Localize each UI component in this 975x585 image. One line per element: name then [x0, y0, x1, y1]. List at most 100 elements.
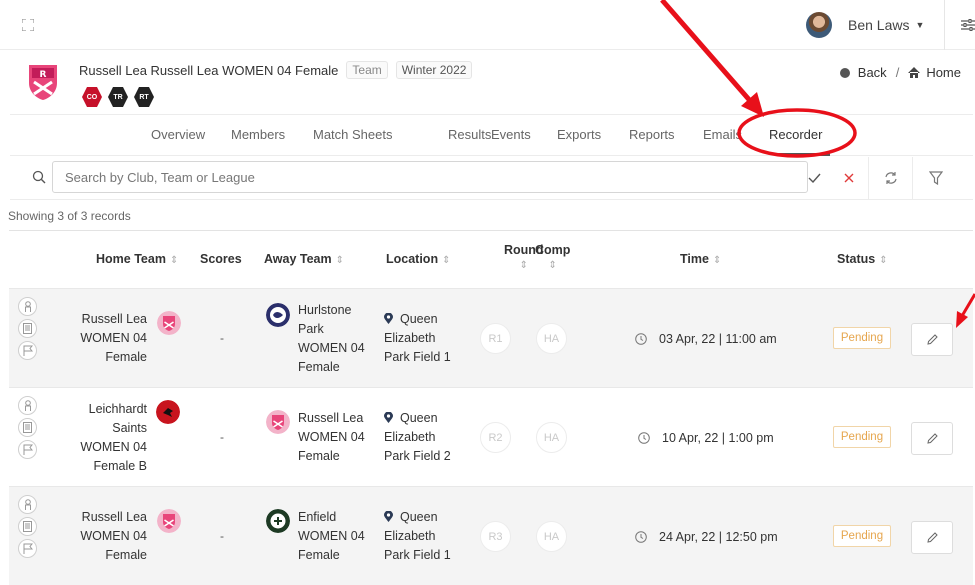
status-badge: Pending: [833, 525, 891, 547]
row-actions: [18, 396, 38, 462]
edit-button[interactable]: [911, 521, 953, 554]
tab-reports[interactable]: Reports: [629, 127, 675, 142]
tab-bar: Overview Members Match Sheets Results Ev…: [10, 114, 973, 156]
tab-match-sheets[interactable]: Match Sheets: [313, 127, 393, 142]
team-sheet-button[interactable]: [18, 495, 37, 514]
expand-icon[interactable]: [22, 19, 34, 31]
score: -: [220, 430, 224, 444]
table-row[interactable]: Russell Lea WOMEN 04 Female - Hurlstone Par…: [9, 288, 973, 387]
role-badge[interactable]: RT: [134, 87, 154, 107]
home-link[interactable]: Home: [926, 65, 961, 80]
avatar[interactable]: [806, 12, 832, 38]
user-menu[interactable]: Ben Laws ▼: [806, 12, 924, 38]
column-away-team[interactable]: Away Team ⇕: [264, 252, 344, 266]
apply-search-button[interactable]: [798, 157, 831, 199]
leichhardt-saints-logo: [156, 400, 180, 424]
tab-members[interactable]: Members: [231, 127, 285, 142]
enfield-logo: [266, 509, 290, 533]
round-badge: R3: [480, 521, 511, 552]
edit-icon: [926, 334, 938, 345]
table-row[interactable]: Russell Lea WOMEN 04 Female - Enfield WOMEN…: [9, 486, 973, 585]
table-row[interactable]: Leichhardt Saints WOMEN 04 Female B - Russe…: [9, 387, 973, 486]
home-team-name: Russell Lea WOMEN 04 Female: [80, 312, 147, 364]
notes-button[interactable]: [18, 418, 37, 437]
flag-icon: [23, 345, 33, 356]
flag-button[interactable]: [18, 341, 37, 360]
top-bar: Ben Laws ▼: [0, 0, 975, 50]
match-time: 24 Apr, 22 | 12:50 pm: [635, 530, 778, 544]
russell-lea-logo: [157, 311, 181, 335]
notes-button[interactable]: [18, 517, 37, 536]
divider: [868, 157, 869, 199]
team-title: Russell Lea Russell Lea WOMEN 04 Female: [79, 62, 339, 78]
role-badges: CO TR RT: [82, 87, 160, 107]
location: Queen Elizabeth Park Field 1: [384, 312, 451, 364]
notes-button[interactable]: [18, 319, 37, 338]
row-actions: [18, 495, 38, 561]
team-sheet-button[interactable]: [18, 297, 37, 316]
flag-button[interactable]: [18, 539, 37, 558]
clear-icon: [844, 173, 853, 183]
row-actions: [18, 297, 38, 363]
edit-icon: [926, 433, 938, 444]
round-badge: R2: [480, 422, 511, 453]
refresh-icon: [884, 172, 897, 184]
russell-lea-logo: [157, 509, 181, 533]
tab-overview[interactable]: Overview: [151, 127, 205, 142]
divider: [912, 157, 913, 199]
filter-button[interactable]: [919, 157, 952, 199]
refresh-button[interactable]: [874, 157, 907, 199]
column-comp[interactable]: Comp ⇕: [535, 243, 570, 271]
back-link[interactable]: Back: [858, 65, 887, 80]
team-type-tag: Team: [346, 61, 388, 79]
hurlstone-park-logo: [266, 303, 290, 327]
column-home-team[interactable]: Home Team ⇕: [96, 252, 178, 266]
russell-lea-logo: [266, 410, 290, 434]
edit-button[interactable]: [911, 422, 953, 455]
away-team-name: Russell Lea WOMEN 04 Female: [298, 411, 365, 463]
active-tab-indicator: [778, 153, 830, 156]
edit-button[interactable]: [911, 323, 953, 356]
location: Queen Elizabeth Park Field 2: [384, 411, 451, 463]
clear-search-button[interactable]: [832, 157, 865, 199]
home-icon[interactable]: [908, 67, 921, 78]
team-title-row: Russell Lea Russell Lea WOMEN 04 Female …: [79, 61, 473, 79]
table-header: Home Team ⇕ Scores Away Team ⇕ Location ⇕ R…: [9, 231, 973, 288]
team-sheet-button[interactable]: [18, 396, 37, 415]
location-pin-icon: [384, 511, 393, 522]
tab-recorder[interactable]: Recorder: [769, 127, 822, 142]
away-team-name: Enfield WOMEN 04 Female: [298, 510, 365, 562]
column-location[interactable]: Location ⇕: [386, 252, 450, 266]
status-badge: Pending: [833, 327, 891, 349]
role-badge[interactable]: CO: [82, 87, 102, 107]
user-name[interactable]: Ben Laws: [848, 17, 909, 33]
filter-settings-icon[interactable]: [961, 18, 975, 32]
away-team-name: Hurlstone Park WOMEN 04 Female: [298, 303, 365, 374]
team-sheet-icon: [24, 399, 31, 411]
notes-icon: [23, 422, 32, 433]
column-status[interactable]: Status ⇕: [837, 252, 888, 266]
breadcrumb-separator: /: [895, 65, 900, 80]
check-icon: [808, 173, 821, 183]
tab-results[interactable]: Results: [448, 127, 491, 142]
role-badge[interactable]: TR: [108, 87, 128, 107]
chevron-down-icon[interactable]: ▼: [915, 20, 924, 30]
back-icon[interactable]: [839, 67, 850, 78]
tab-emails[interactable]: Emails: [703, 127, 742, 142]
column-time[interactable]: Time ⇕: [680, 252, 721, 266]
location: Queen Elizabeth Park Field 1: [384, 510, 451, 562]
fixtures-table: Home Team ⇕ Scores Away Team ⇕ Location ⇕ R…: [9, 230, 973, 585]
filter-icon: [928, 171, 943, 185]
tab-events[interactable]: Events: [491, 127, 531, 142]
breadcrumb: Back / Home: [839, 65, 961, 80]
season-tag: Winter 2022: [395, 61, 473, 79]
flag-button[interactable]: [18, 440, 37, 459]
clock-icon: [635, 333, 647, 345]
notes-icon: [23, 521, 32, 532]
search-icon: [32, 170, 46, 184]
team-header: R Russell Lea Russell Lea WOMEN 04 Femal…: [0, 50, 975, 114]
records-count: Showing 3 of 3 records: [8, 209, 131, 223]
search-input[interactable]: [52, 161, 808, 193]
clock-icon: [638, 432, 650, 444]
tab-exports[interactable]: Exports: [557, 127, 601, 142]
